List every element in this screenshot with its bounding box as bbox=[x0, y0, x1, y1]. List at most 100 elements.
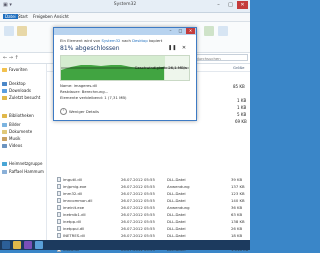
tab-ansicht[interactable]: Ansicht bbox=[54, 14, 69, 19]
nav-homegroup[interactable]: Heimnetzgruppe bbox=[2, 160, 42, 167]
file-row[interactable]: imm32.dll 26.07.2012 05:55 DLL-Datei 123 KB bbox=[47, 190, 250, 197]
videos-icon bbox=[2, 143, 7, 148]
nav-documents[interactable]: Dokumente bbox=[2, 128, 32, 135]
pause-button[interactable]: ❚❚ bbox=[168, 45, 176, 51]
file-row[interactable]: INETRES.dll 26.07.2012 05:55 DLL-Datei 18 K… bbox=[47, 232, 250, 239]
file-type: Anwendung bbox=[167, 205, 190, 210]
folder-icon bbox=[2, 95, 7, 100]
music-icon bbox=[2, 136, 7, 141]
file-icon bbox=[57, 233, 61, 238]
file-date: 26.07.2012 05:55 bbox=[121, 177, 155, 182]
file-date: 26.07.2012 05:55 bbox=[121, 205, 155, 210]
file-name: inetpp.dll bbox=[63, 219, 81, 224]
file-icon bbox=[57, 226, 61, 231]
nav-libraries[interactable]: Bibliotheken bbox=[2, 112, 34, 119]
cancel-button[interactable]: ✕ bbox=[180, 45, 188, 51]
ie-icon[interactable] bbox=[2, 241, 10, 249]
dialog-maximize-button[interactable]: □ bbox=[176, 28, 185, 34]
nav-recent[interactable]: Zuletzt besucht bbox=[2, 94, 40, 101]
file-name: INETRES.dll bbox=[63, 233, 85, 238]
explorer-titlebar: ▣ ▾ System32 – □ ✕ bbox=[0, 0, 250, 13]
file-size: 63 KB bbox=[231, 212, 243, 217]
file-name: imm32.dll bbox=[63, 191, 83, 196]
source-link[interactable]: System32 bbox=[101, 38, 120, 43]
file-row[interactable]: inetmib1.dll 26.07.2012 05:55 DLL-Datei 63 … bbox=[47, 211, 250, 218]
navigation-pane: Favoriten Desktop Downloads Zuletzt besu… bbox=[0, 64, 47, 240]
destination-link[interactable]: Desktop bbox=[132, 38, 148, 43]
file-row[interactable]: imeinit.exe 26.07.2012 05:55 Anwendung 36 K… bbox=[47, 204, 250, 211]
documents-icon bbox=[2, 129, 7, 134]
nav-pictures[interactable]: Bilder bbox=[2, 121, 21, 128]
nav-desktop[interactable]: Desktop bbox=[2, 80, 26, 87]
column-size[interactable]: Größe bbox=[233, 65, 244, 70]
file-type: DLL-Datei bbox=[167, 226, 186, 231]
ribbon-tabs: Datei Start Freigeben Ansicht bbox=[0, 13, 250, 22]
file-row[interactable]: imjpmig.exe 26.07.2012 05:55 Anwendung 137 … bbox=[47, 183, 250, 190]
size-value: 69 KB bbox=[235, 119, 247, 124]
file-date: 26.07.2012 05:55 bbox=[121, 198, 155, 203]
taskbar bbox=[0, 240, 250, 250]
file-type: DLL-Datei bbox=[167, 219, 186, 224]
file-icon bbox=[57, 184, 61, 189]
less-details-toggle[interactable]: ˄ Weniger Details bbox=[60, 108, 99, 115]
copy-progress-dialog: – □ ✕ Ein Element wird von System32 nach… bbox=[53, 27, 197, 121]
nav-downloads[interactable]: Downloads bbox=[2, 87, 31, 94]
remaining-items-label: Elemente verbleibend: 1 (7,31 MB) bbox=[60, 95, 127, 100]
nav-favorites[interactable]: Favoriten bbox=[2, 66, 28, 73]
remaining-time-label: Restdauer: Berechnung... bbox=[60, 89, 109, 94]
file-icon bbox=[57, 212, 61, 217]
file-row[interactable]: imgutil.dll 26.07.2012 05:55 DLL-Datei 39 K… bbox=[47, 176, 250, 183]
copy-icon[interactable] bbox=[4, 26, 14, 36]
tab-freigeben[interactable]: Freigeben bbox=[33, 14, 53, 19]
file-size: 138 KB bbox=[231, 219, 245, 224]
file-row[interactable]: imncommon.dll 26.07.2012 05:55 DLL-Datei 14… bbox=[47, 197, 250, 204]
file-icon bbox=[57, 198, 61, 203]
tab-datei[interactable]: Datei bbox=[3, 14, 18, 19]
explorer-icon[interactable] bbox=[13, 241, 21, 249]
desktop-icon bbox=[2, 81, 7, 86]
select-icon[interactable] bbox=[204, 26, 214, 36]
pictures-icon bbox=[2, 122, 7, 127]
file-type: DLL-Datei bbox=[167, 177, 186, 182]
file-name: inetmib1.dll bbox=[63, 212, 86, 217]
file-icon bbox=[57, 219, 61, 224]
nav-music[interactable]: Musik bbox=[2, 135, 21, 142]
chevron-up-icon: ˄ bbox=[60, 108, 67, 115]
maximize-button[interactable]: □ bbox=[225, 1, 236, 9]
file-icon bbox=[57, 205, 61, 210]
paste-icon[interactable] bbox=[17, 26, 27, 36]
homegroup-icon bbox=[2, 161, 7, 166]
file-type: Anwendung bbox=[167, 184, 190, 189]
visual-studio-icon[interactable] bbox=[24, 241, 32, 249]
downloads-icon bbox=[2, 88, 7, 93]
file-name-label: Name: imageres.dll bbox=[60, 83, 98, 88]
file-size: 39 KB bbox=[231, 177, 243, 182]
file-date: 26.07.2012 05:55 bbox=[121, 226, 155, 231]
file-row[interactable]: inetppui.dll 26.07.2012 05:55 DLL-Datei 26 … bbox=[47, 225, 250, 232]
file-date: 26.07.2012 05:55 bbox=[121, 191, 155, 196]
size-value: 1 KB bbox=[237, 105, 247, 110]
copy-description: Ein Element wird von System32 nach Deskt… bbox=[60, 38, 163, 43]
app-icon[interactable] bbox=[35, 241, 43, 249]
file-date: 26.07.2012 05:55 bbox=[121, 212, 155, 217]
file-size: 18 KB bbox=[231, 233, 243, 238]
nav-videos[interactable]: Videos bbox=[2, 142, 22, 149]
file-row[interactable]: inetpp.dll 26.07.2012 05:55 DLL-Datei 138 K… bbox=[47, 218, 250, 225]
dialog-titlebar: – □ ✕ bbox=[54, 28, 196, 35]
dialog-close-button[interactable]: ✕ bbox=[186, 28, 195, 34]
close-button[interactable]: ✕ bbox=[237, 1, 248, 9]
file-name: imjpmig.exe bbox=[63, 184, 87, 189]
speed-label: Geschwindigkeit: 26,1 MB/s bbox=[134, 65, 187, 70]
star-icon bbox=[2, 67, 7, 72]
dialog-minimize-button[interactable]: – bbox=[166, 28, 175, 34]
file-name: imeinit.exe bbox=[63, 205, 85, 210]
library-icon bbox=[2, 113, 7, 118]
file-name: inetppui.dll bbox=[63, 226, 85, 231]
file-size: 36 KB bbox=[231, 205, 243, 210]
back-forward-icons[interactable]: ← → ↑ bbox=[3, 55, 19, 61]
properties-icon[interactable] bbox=[218, 26, 228, 36]
tab-start[interactable]: Start bbox=[18, 14, 28, 19]
nav-user[interactable]: Raffael Hammum bbox=[2, 168, 44, 175]
minimize-button[interactable]: – bbox=[213, 1, 224, 9]
file-type: DLL-Datei bbox=[167, 233, 186, 238]
